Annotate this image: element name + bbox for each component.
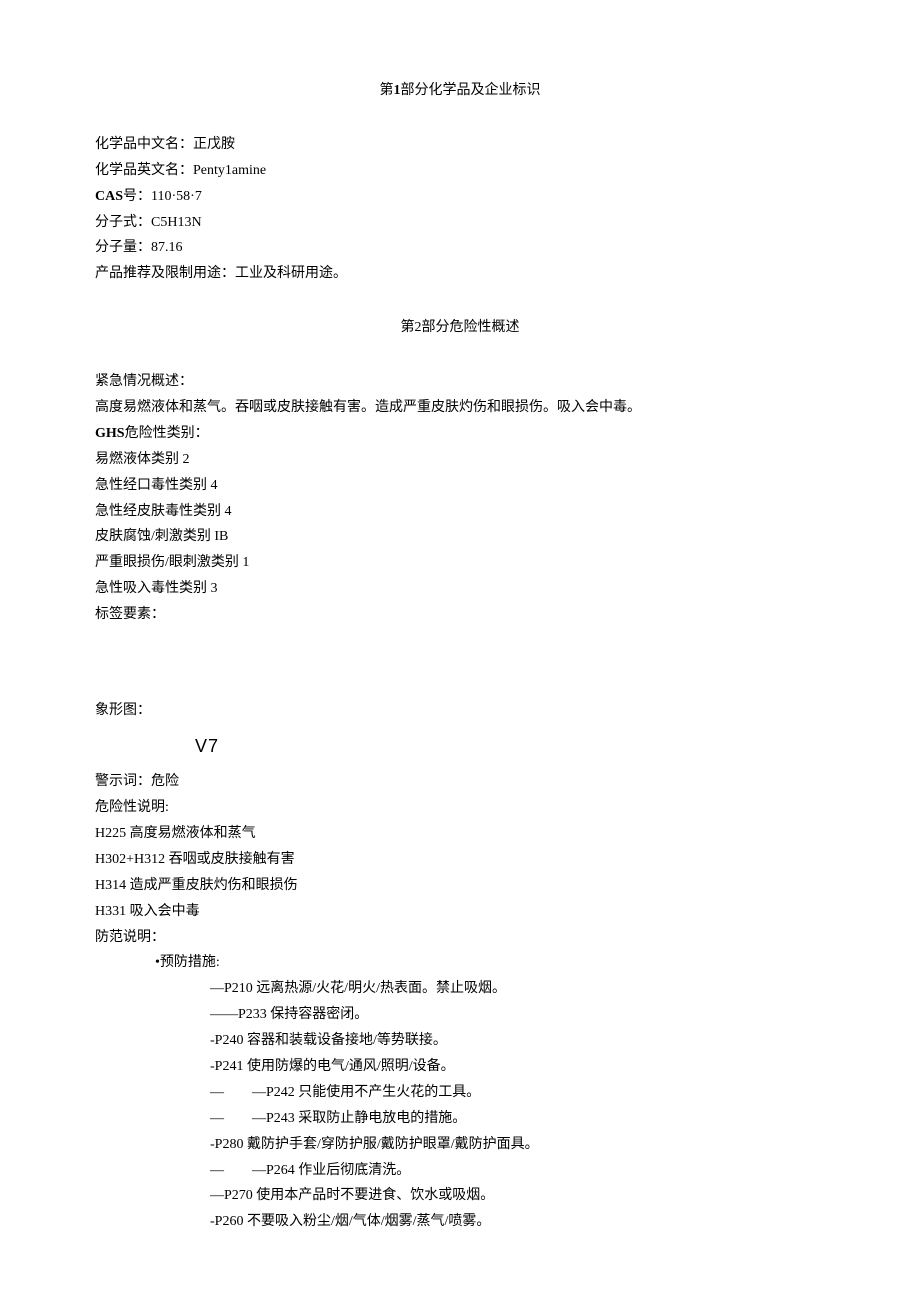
signal-label: 警示词： xyxy=(95,774,151,789)
section2-title: 第2部分危险性概述 xyxy=(95,315,825,341)
prevention-2: -P240 容器和装载设备接地/等势联接。 xyxy=(95,1028,825,1054)
ghs-cat-3: 皮肤腐蚀/刺激类别 IB xyxy=(95,524,825,550)
section2-title-prefix: 第 xyxy=(401,320,415,335)
label-elements: 标签要素： xyxy=(95,602,825,628)
use-line: 产品推荐及限制用途：工业及科研用途。 xyxy=(95,261,825,287)
mw-line: 分子量：87.16 xyxy=(95,235,825,261)
document-page: 第1部分化学品及企业标识 化学品中文名：正戊胺 化学品英文名：Penty1ami… xyxy=(0,0,920,1301)
en-name-label: 化学品英文名： xyxy=(95,163,193,178)
hazard-3: H331 吸入会中毒 xyxy=(95,899,825,925)
en-name-value: Penty1amine xyxy=(193,163,266,178)
formula-label: 分子式： xyxy=(95,215,151,230)
signal-value: 危险 xyxy=(151,774,179,789)
ghs-label2: 危险性类别： xyxy=(125,426,209,441)
ghs-cat-2: 急性经皮肤毒性类别 4 xyxy=(95,499,825,525)
hazard-2: H314 造成严重皮肤灼伤和眼损伤 xyxy=(95,873,825,899)
hazard-label: 危险性说明: xyxy=(95,795,825,821)
precaution-label: 防范说明： xyxy=(95,925,825,951)
signal-line: 警示词：危险 xyxy=(95,769,825,795)
use-label: 产品推荐及限制用途： xyxy=(95,266,235,281)
pictogram-label: 象形图： xyxy=(95,698,825,724)
formula-value: C5H13N xyxy=(151,215,202,230)
prevention-8: —P270 使用本产品时不要进食、饮水或吸烟。 xyxy=(95,1183,825,1209)
cas-value: 110·58·7 xyxy=(151,189,202,204)
ghs-label: GHS xyxy=(95,426,125,441)
ghs-cat-4: 严重眼损伤/眼刺激类别 1 xyxy=(95,550,825,576)
mw-value: 87.16 xyxy=(151,240,183,255)
cas-line: CAS号：110·58·7 xyxy=(95,184,825,210)
use-value: 工业及科研用途。 xyxy=(235,266,347,281)
prevention-0: —P210 远离热源/火花/明火/热表面。禁止吸烟。 xyxy=(95,976,825,1002)
pictogram-placeholder: V7 xyxy=(195,730,825,763)
ghs-cat-5: 急性吸入毒性类别 3 xyxy=(95,576,825,602)
cn-name-line: 化学品中文名：正戊胺 xyxy=(95,132,825,158)
cas-label2: 号： xyxy=(123,189,151,204)
emergency-text: 高度易燃液体和蒸气。吞咽或皮肤接触有害。造成严重皮肤灼伤和眼损伤。吸入会中毒。 xyxy=(95,395,825,421)
ghs-cat-1: 急性经口毒性类别 4 xyxy=(95,473,825,499)
prevention-header: •预防措施: xyxy=(95,950,825,976)
prevention-7: — —P264 作业后彻底清洗。 xyxy=(95,1158,825,1184)
section1-title-prefix: 第 xyxy=(380,83,394,98)
prevention-4: — —P242 只能使用不产生火花的工具。 xyxy=(95,1080,825,1106)
formula-line: 分子式：C5H13N xyxy=(95,210,825,236)
hazard-1: H302+H312 吞咽或皮肤接触有害 xyxy=(95,847,825,873)
section1-title: 第1部分化学品及企业标识 xyxy=(95,78,825,104)
section2-title-num: 2 xyxy=(415,320,422,335)
cn-name-value: 正戊胺 xyxy=(193,137,235,152)
pictogram-gap xyxy=(95,628,825,698)
cas-label: CAS xyxy=(95,189,123,204)
en-name-line: 化学品英文名：Penty1amine xyxy=(95,158,825,184)
emergency-label: 紧急情况概述： xyxy=(95,369,825,395)
section1-title-suffix: 部分化学品及企业标识 xyxy=(401,83,541,98)
prevention-3: -P241 使用防爆的电气/通风/照明/设备。 xyxy=(95,1054,825,1080)
prevention-9: -P260 不要吸入粉尘/烟/气体/烟雾/蒸气/喷雾。 xyxy=(95,1209,825,1235)
section2-title-suffix: 部分危险性概述 xyxy=(422,320,520,335)
mw-label: 分子量： xyxy=(95,240,151,255)
ghs-label-line: GHS危险性类别： xyxy=(95,421,825,447)
prevention-6: -P280 戴防护手套/穿防护服/戴防护眼罩/戴防护面具。 xyxy=(95,1132,825,1158)
ghs-cat-0: 易燃液体类别 2 xyxy=(95,447,825,473)
hazard-0: H225 高度易燃液体和蒸气 xyxy=(95,821,825,847)
prevention-5: — —P243 采取防止静电放电的措施。 xyxy=(95,1106,825,1132)
cn-name-label: 化学品中文名： xyxy=(95,137,193,152)
section1-title-num: 1 xyxy=(394,83,401,98)
prevention-1: ——P233 保持容器密闭。 xyxy=(95,1002,825,1028)
